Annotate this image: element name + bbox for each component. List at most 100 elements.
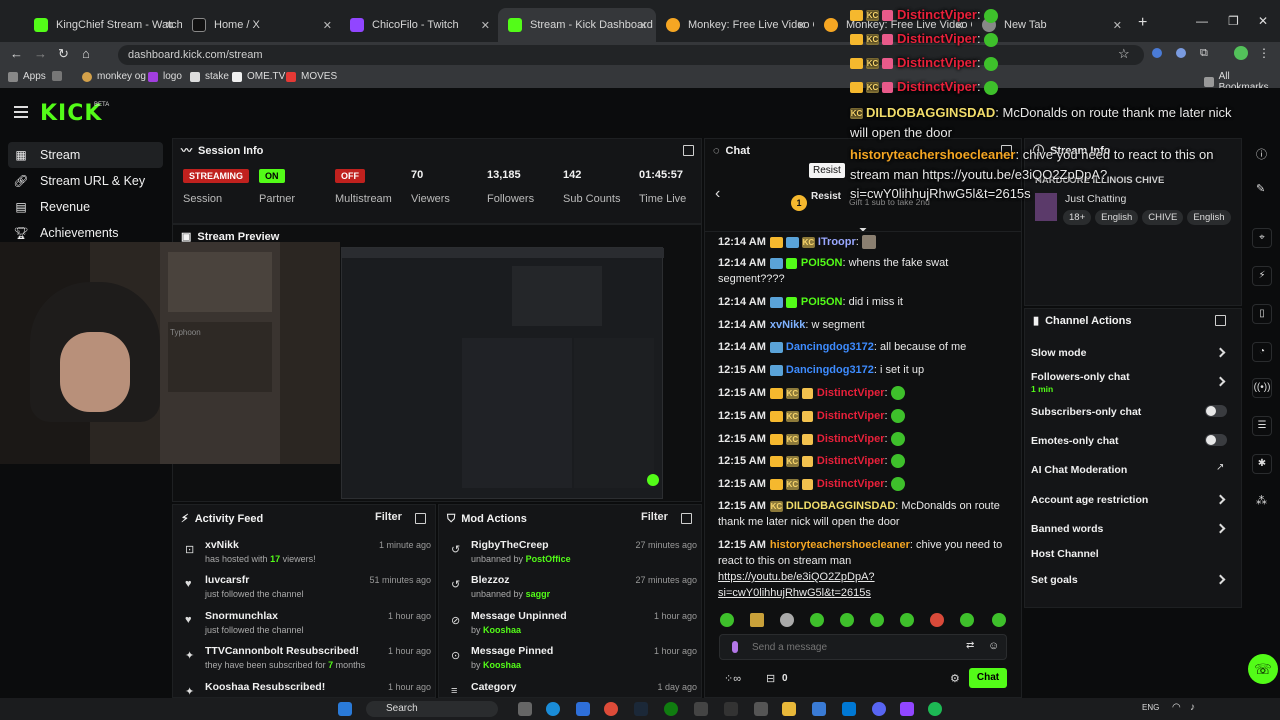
emote-icon[interactable] xyxy=(870,613,884,627)
close-window-icon[interactable]: ✕ xyxy=(1258,14,1268,28)
emote-icon[interactable] xyxy=(992,613,1006,627)
filter-button[interactable]: Filter xyxy=(641,511,668,523)
emote-icon[interactable] xyxy=(930,613,944,627)
wifi-icon[interactable]: ◠ xyxy=(1172,702,1181,713)
emoji-icon[interactable]: ☺ xyxy=(988,640,999,652)
browser-tab[interactable]: KingChief Stream - Watch Live✕ xyxy=(24,8,182,42)
channel-action-set-goals[interactable]: Set goals xyxy=(1031,574,1078,586)
close-icon[interactable]: ✕ xyxy=(797,19,806,32)
extensions-puzzle-icon[interactable]: ⧉ xyxy=(1200,47,1208,60)
filter-button[interactable]: Filter xyxy=(375,511,402,523)
obs-icon[interactable] xyxy=(900,702,914,716)
app-icon[interactable] xyxy=(576,702,590,716)
epic-icon[interactable] xyxy=(724,702,738,716)
channel-action-followers-only[interactable]: Followers-only chat xyxy=(1031,371,1130,383)
layers-icon[interactable]: ☰ xyxy=(1252,416,1272,436)
edge-icon[interactable] xyxy=(546,702,560,716)
bookmark-item[interactable]: logo xyxy=(148,71,182,82)
windows-start-icon[interactable] xyxy=(338,702,352,716)
close-icon[interactable]: ✕ xyxy=(1113,19,1122,32)
store-icon[interactable] xyxy=(812,702,826,716)
translate-icon[interactable]: ⇄ xyxy=(966,640,974,651)
close-icon[interactable]: ✕ xyxy=(165,19,174,32)
settings-gear-icon[interactable]: ⚙ xyxy=(950,672,960,685)
home-icon[interactable]: ⌂ xyxy=(82,46,90,61)
emote-icon[interactable] xyxy=(840,613,854,627)
volume-icon[interactable]: ♪ xyxy=(1190,702,1195,713)
folder-icon[interactable] xyxy=(782,702,796,716)
channel-action-subscribers-only[interactable]: Subscribers-only chat xyxy=(1031,406,1141,418)
back-icon[interactable]: ← xyxy=(10,46,23,61)
category-name[interactable]: Just Chatting xyxy=(1065,193,1126,205)
channel-action-account-age[interactable]: Account age restriction xyxy=(1031,494,1148,506)
extension-icon[interactable] xyxy=(1176,48,1186,58)
app-icon[interactable] xyxy=(694,702,708,716)
support-chat-icon[interactable]: ☏ xyxy=(1248,654,1278,684)
emotes-only-toggle[interactable] xyxy=(1205,434,1227,446)
maximize-icon[interactable]: ❐ xyxy=(1228,14,1239,28)
extension-icon[interactable] xyxy=(1152,48,1162,58)
steam-icon[interactable] xyxy=(634,702,648,716)
chrome-icon[interactable] xyxy=(604,702,618,716)
app-icon[interactable] xyxy=(842,702,856,716)
hamburger-menu-icon[interactable] xyxy=(14,106,28,118)
bookmark-item[interactable]: MOVES xyxy=(286,71,337,82)
page-icon[interactable]: ▯ xyxy=(1252,304,1272,324)
minimize-icon[interactable]: — xyxy=(1196,14,1208,28)
new-tab-icon[interactable]: + xyxy=(1138,14,1147,32)
browser-tab[interactable]: Home / X ✕ xyxy=(182,8,340,42)
emote-icon[interactable] xyxy=(750,613,764,627)
edit-pencil-icon[interactable]: ✎ xyxy=(1256,182,1265,195)
channel-action-banned-words[interactable]: Banned words xyxy=(1031,523,1103,535)
task-view-icon[interactable] xyxy=(518,702,532,716)
discord-icon[interactable] xyxy=(872,702,886,716)
browser-tab[interactable]: ChicoFilo - Twitch ✕ xyxy=(340,8,498,42)
emote-icon[interactable] xyxy=(960,613,974,627)
taskbar-search[interactable]: Search xyxy=(366,701,498,717)
info-icon[interactable]: ⓘ xyxy=(1256,146,1267,162)
spotify-icon[interactable] xyxy=(928,702,942,716)
channel-action-host-channel[interactable]: Host Channel xyxy=(1031,548,1099,560)
bookmark-item[interactable] xyxy=(52,71,67,81)
close-icon[interactable]: ✕ xyxy=(323,19,332,32)
pinned-user[interactable]: Resist xyxy=(811,191,841,202)
send-chat-button[interactable]: Chat xyxy=(969,668,1007,688)
external-link-icon[interactable]: ↗ xyxy=(1216,462,1224,473)
close-icon[interactable]: ✕ xyxy=(639,19,648,32)
chat-link[interactable]: https://youtu.be/e3iQO2ZpDpA? xyxy=(718,571,875,583)
emote-icon[interactable] xyxy=(780,613,794,627)
popout-icon[interactable] xyxy=(1215,315,1226,326)
chat-message-input[interactable] xyxy=(752,639,952,655)
infinity-points-icon[interactable]: ⁘∞ xyxy=(724,672,741,685)
wrench-icon[interactable]: ✱ xyxy=(1252,454,1272,474)
bolt-icon[interactable]: ⚡︎ xyxy=(1252,266,1272,286)
reload-icon[interactable]: ↻ xyxy=(58,46,69,62)
emote-icon[interactable] xyxy=(720,613,734,627)
bookmark-item[interactable]: stake xyxy=(190,71,229,82)
sidebar-item-revenue[interactable]: ▤ Revenue xyxy=(8,194,163,220)
bookmark-item[interactable]: monkey og xyxy=(82,71,146,82)
popout-icon[interactable] xyxy=(681,513,692,524)
chevron-left-icon[interactable]: ‹ xyxy=(715,185,720,203)
channel-action-ai-moderation[interactable]: AI Chat Moderation xyxy=(1031,464,1127,476)
emote-icon[interactable] xyxy=(810,613,824,627)
popout-icon[interactable] xyxy=(415,513,426,524)
preview-video[interactable] xyxy=(341,247,664,499)
channel-action-emotes-only[interactable]: Emotes-only chat xyxy=(1031,435,1119,447)
profile-avatar[interactable] xyxy=(1234,46,1248,60)
gift-icon[interactable]: ⊟ xyxy=(766,672,775,685)
message-icon[interactable]: ◔ xyxy=(1252,342,1272,362)
bookmark-star-icon[interactable]: ☆ xyxy=(1118,46,1130,62)
sidebar-item-stream[interactable]: ▦ Stream xyxy=(8,142,163,168)
emote-icon[interactable] xyxy=(900,613,914,627)
browser-tab-active[interactable]: Stream - Kick Dashboard ✕ xyxy=(498,8,656,42)
nodes-icon[interactable]: ⁂ xyxy=(1256,494,1267,507)
xbox-icon[interactable] xyxy=(664,702,678,716)
language-indicator[interactable]: ENG xyxy=(1142,703,1159,712)
channel-action-slow-mode[interactable]: Slow mode xyxy=(1031,347,1086,359)
popout-icon[interactable] xyxy=(683,145,694,156)
menu-dots-icon[interactable]: ⋮ xyxy=(1258,46,1270,60)
broadcast-icon[interactable]: ((•)) xyxy=(1252,378,1272,398)
app-icon[interactable] xyxy=(754,702,768,716)
close-icon[interactable]: ✕ xyxy=(481,19,490,32)
